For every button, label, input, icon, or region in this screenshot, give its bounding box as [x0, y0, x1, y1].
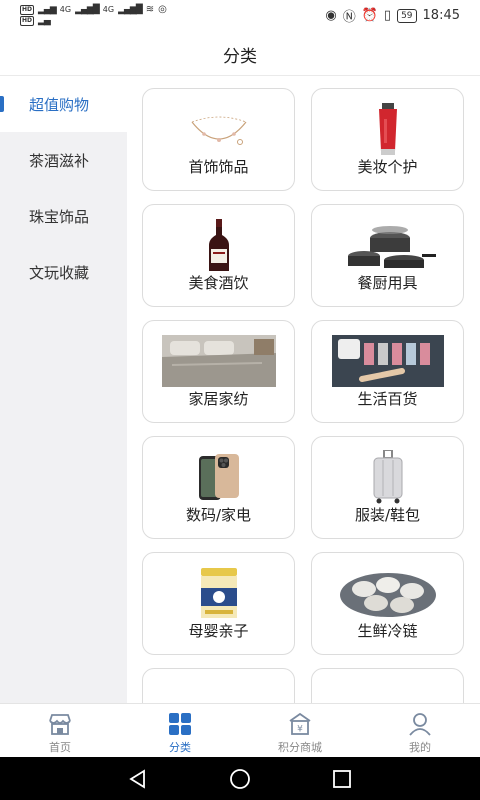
- category-label: 母婴亲子: [188, 622, 249, 640]
- suitcase-icon: [312, 449, 463, 505]
- bedding-icon: [143, 333, 294, 389]
- store-icon: [49, 714, 71, 735]
- tea-jar-icon: [143, 681, 294, 703]
- nav-category[interactable]: 分类: [120, 704, 240, 757]
- signal-icon: ▂▄▆█: [75, 4, 100, 15]
- sidebar-item-label: 珠宝饰品: [29, 207, 90, 226]
- signal-icon: ▂▄▆: [38, 4, 57, 15]
- category-label: 家居家纺: [188, 390, 249, 408]
- nav-profile[interactable]: 我的: [360, 704, 480, 757]
- toothbrush-holder-icon: [312, 333, 463, 389]
- nfc-icon: Ⓝ: [342, 10, 356, 25]
- category-card-food-drink[interactable]: 美食酒饮: [142, 204, 295, 307]
- page-title: 分类: [223, 47, 257, 67]
- nav-points-mall[interactable]: ¥ 积分商城: [240, 704, 360, 757]
- signal-icon: ▂▄: [38, 15, 51, 26]
- bottom-nav: 首页 分类 ¥ 积分商城 我的: [0, 703, 480, 757]
- category-card-daily-goods[interactable]: 生活百货: [311, 320, 464, 423]
- sidebar-item-label: 超值购物: [29, 95, 90, 114]
- eye-icon: ◉: [325, 8, 337, 23]
- category-label: 美食酒饮: [188, 274, 249, 292]
- header: 分类: [0, 30, 480, 76]
- category-label: 美妆个护: [357, 158, 418, 176]
- system-nav-bar: [0, 757, 480, 800]
- svg-text:¥: ¥: [297, 725, 303, 735]
- category-card-partial[interactable]: [142, 668, 295, 703]
- status-bar: HD ▂▄▆ 4G ▂▄▆█ 4G ▂▄▆█ ≋ ◎ HD ▂▄ ◉ Ⓝ ⏰ ▯…: [0, 0, 480, 30]
- seafood-icon: [312, 565, 463, 621]
- category-label: 数码/家电: [185, 506, 252, 524]
- vibrate-icon: ▯: [383, 8, 392, 23]
- network-type-label: 4G: [102, 5, 115, 14]
- category-card-digital[interactable]: 数码/家电: [142, 436, 295, 539]
- category-card-beauty[interactable]: 美妆个护: [311, 88, 464, 191]
- lipstick-tube-icon: [312, 101, 463, 157]
- sidebar-item-label: 文玩收藏: [29, 263, 90, 282]
- wifi-icon: ≋: [145, 4, 155, 15]
- nav-label: 分类: [169, 741, 191, 754]
- signal-icon: ▂▄▆█: [118, 4, 143, 15]
- grid-icon: [169, 713, 191, 735]
- nav-label: 首页: [49, 741, 71, 754]
- network-status: HD ▂▄▆ 4G ▂▄▆█ 4G ▂▄▆█ ≋ ◎ HD ▂▄: [20, 4, 167, 26]
- network-type-label: 4G: [59, 5, 72, 14]
- category-label: 首饰饰品: [188, 158, 249, 176]
- category-card-home-textile[interactable]: 家居家纺: [142, 320, 295, 423]
- points-mall-icon: ¥: [289, 712, 311, 735]
- battery-indicator: 59: [397, 8, 417, 23]
- category-card-kitchen[interactable]: 餐厨用具: [311, 204, 464, 307]
- category-grid: 首饰饰品 美妆个护 美食酒饮 餐厨用具 家居家纺 生活百货 数码/家电 服装/鞋…: [127, 76, 480, 703]
- nav-home[interactable]: 首页: [0, 704, 120, 757]
- system-status: ◉ Ⓝ ⏰ ▯ 59 18:45: [325, 6, 460, 25]
- cookware-icon: [312, 217, 463, 273]
- category-card-jewelry[interactable]: 首饰饰品: [142, 88, 295, 191]
- category-card-partial[interactable]: [311, 668, 464, 703]
- recents-icon[interactable]: [331, 768, 353, 790]
- home-circle-icon[interactable]: [229, 768, 251, 790]
- sidebar-item-value-shopping[interactable]: 超值购物: [0, 76, 127, 132]
- phone-icon: [143, 449, 294, 505]
- category-label: 服装/鞋包: [354, 506, 421, 524]
- wechat-icon: ◎: [158, 4, 167, 15]
- category-sidebar: 超值购物 茶酒滋补 珠宝饰品 文玩收藏: [0, 76, 127, 703]
- category-label: 生鲜冷链: [357, 622, 418, 640]
- wine-bottle-icon: [143, 217, 294, 273]
- sidebar-item-jewelry[interactable]: 珠宝饰品: [0, 188, 127, 244]
- sidebar-item-label: 茶酒滋补: [29, 151, 90, 170]
- alarm-icon: ⏰: [361, 8, 378, 23]
- nav-label: 我的: [409, 741, 431, 754]
- back-icon[interactable]: [127, 768, 149, 790]
- category-card-apparel[interactable]: 服装/鞋包: [311, 436, 464, 539]
- gift-box-icon: [312, 681, 463, 703]
- bracelet-icon: [143, 101, 294, 157]
- milk-powder-icon: [143, 565, 294, 621]
- category-label: 生活百货: [357, 390, 418, 408]
- sidebar-item-tea-wine[interactable]: 茶酒滋补: [0, 132, 127, 188]
- hd-badge: HD: [20, 4, 35, 15]
- nav-label: 积分商城: [278, 741, 322, 754]
- hd-badge: HD: [20, 15, 35, 26]
- clock: 18:45: [422, 8, 460, 23]
- sidebar-item-collectibles[interactable]: 文玩收藏: [0, 244, 127, 300]
- category-label: 餐厨用具: [357, 274, 418, 292]
- person-icon: [409, 713, 431, 736]
- category-card-fresh-food[interactable]: 生鲜冷链: [311, 552, 464, 655]
- category-card-mother-baby[interactable]: 母婴亲子: [142, 552, 295, 655]
